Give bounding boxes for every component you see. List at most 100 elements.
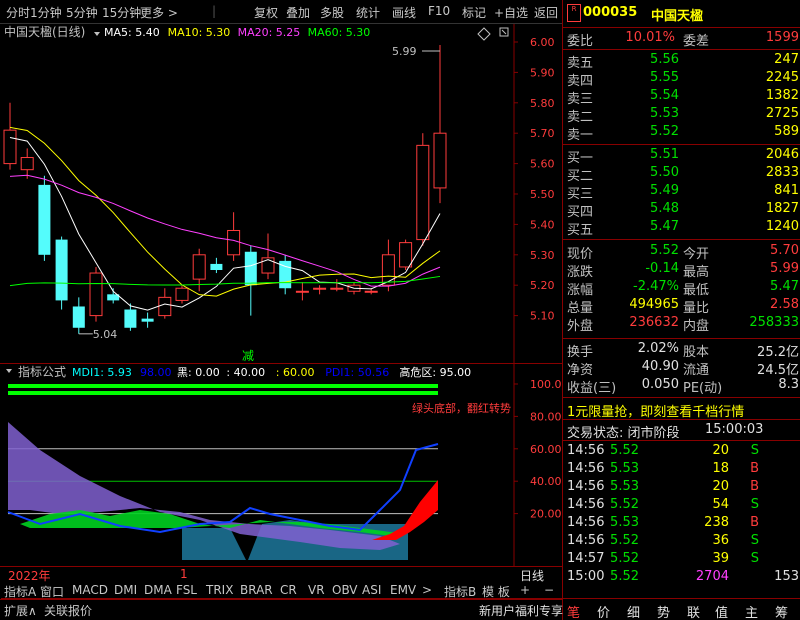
toolbar-item-5[interactable]: 复权 [254,4,278,21]
ask-price: 5.52 [650,124,679,139]
divider [563,338,800,339]
y-tick-label: 5.70 [530,127,555,140]
trade-time: 15:00 [567,569,605,584]
detail-tab-0[interactable]: 笔 [567,602,580,620]
stock-name: 中国天楹 [651,9,704,24]
trade-row: 14:56 5.52 54 S [567,497,800,515]
toolbar-item-3[interactable]: 15分钟 [102,4,141,21]
stat-label: 最低 [683,283,710,298]
divider [563,440,800,441]
trade-time: 14:56 [567,479,605,494]
ask-row: 卖二 5.53 2725 [567,106,800,125]
indicator-tab-5[interactable]: FSL [176,583,197,597]
indicator-y-tick: 80.00 [530,410,562,423]
trade-price: 5.52 [610,533,639,548]
detail-tab-1[interactable]: 价 [597,602,610,620]
bid-row: 买二 5.50 2833 [567,165,800,184]
indicator-y-tick: 40.00 [530,475,562,488]
detail-tab-4[interactable]: 联 [687,602,700,620]
toolbar-item-6[interactable]: 叠加 [286,4,310,21]
bid-row: 买四 5.48 1827 [567,201,800,220]
indicator-tab-7[interactable]: BRAR [240,583,273,597]
indicator-tab-3[interactable]: DMI [114,583,137,597]
indicator-chart[interactable]: 指标公式 MDI1: 5.93 98.00 黑: 0.00: 40.00: 60.00… [0,364,562,566]
indicator-tab-10[interactable]: OBV [332,583,358,597]
y-tick-label: 5.60 [530,158,555,171]
new-user-promo[interactable]: 新用户福利专享 [479,602,563,619]
indicator-tab-6[interactable]: TRIX [206,583,233,597]
toolbar-item-9[interactable]: 画线 [392,4,416,21]
trade-price: 5.52 [610,497,639,512]
detail-tab-5[interactable]: 值 [715,602,728,620]
stat-label: 涨幅 [567,283,594,298]
indicator-right-tab-3[interactable]: − [544,583,554,597]
ma-label: MA60: 5.30 [308,26,371,39]
stat-label: 涨跌 [567,265,594,280]
toolbar-item-10[interactable]: F10 [428,4,450,18]
y-tick-label: 5.40 [530,218,555,231]
ma5-line [9,136,441,311]
trade-price: 5.53 [610,461,639,476]
ask-label: 卖四 [567,74,594,89]
toolbar-item-7[interactable]: 多股 [320,4,344,21]
indicator-tab-4[interactable]: DMA [144,583,172,597]
bid-volume: 841 [774,183,799,198]
toolbar-item-11[interactable]: 标记 [462,4,486,21]
divider [563,419,800,420]
candlestick-chart[interactable]: 6.00 5.90 5.80 5.70 5.60 5.50 5.40 5.30 5.20 5.10… [0,24,562,364]
indicator-label: : 40.00 [226,366,265,379]
bid-volume: 1240 [765,219,799,234]
indicator-right-tab-2[interactable]: + [520,583,530,597]
dropdown-icon[interactable] [94,32,100,36]
trade-volume: 20 [712,443,729,458]
indicator-tab-8[interactable]: CR [280,583,297,597]
expand-icon[interactable] [499,27,509,37]
toolbar-item-8[interactable]: 统计 [356,4,380,21]
indicator-dropdown-icon[interactable] [6,369,12,373]
stat-value: 494965 [629,297,679,312]
candle [295,282,309,301]
signal-text: 绿头底部，翻红转势 [412,401,511,415]
fin-value: 0.050 [641,377,679,392]
detail-tab-7[interactable]: 筹 [775,602,788,620]
toolbar-item-2[interactable]: 5分钟 [66,4,98,21]
trade-volume: 39 [712,551,729,566]
trade-side: B [750,461,759,476]
candle [141,312,154,328]
toolbar-item-13[interactable]: 返回 [534,4,558,21]
extend-button[interactable]: 扩展∧ [4,602,37,619]
trade-row: 14:57 5.52 39 S [567,551,800,569]
reduce-marker: 减 [242,349,254,363]
indicator-tab-2[interactable]: MACD [72,583,108,597]
weicha-value: 1599 [765,30,799,45]
candle [55,236,68,310]
detail-tab-3[interactable]: 势 [657,602,670,620]
detail-tab-6[interactable]: 主 [745,602,758,620]
promo-link[interactable]: 1元限量抢，即刻查看千档行情 [567,401,744,420]
toolbar-item-0[interactable]: 分时 [6,4,30,21]
fin-label: 换手 [567,345,594,360]
ask-label: 卖五 [567,56,594,71]
trade-time: 14:56 [567,497,605,512]
toolbar-item-1[interactable]: 1分钟 [30,4,62,21]
toolbar-item-4[interactable]: 更多 > [140,4,178,21]
y-tick-label: 5.80 [530,97,555,110]
fin-label: 净资 [567,363,594,378]
ask-price: 5.53 [650,106,679,121]
related-quote-button[interactable]: 关联报价 [44,602,92,619]
indicator-tab-12[interactable]: EMV [390,583,416,597]
divider [563,239,800,240]
bid-row: 买一 5.51 2046 [567,147,800,166]
ask-volume: 2725 [765,106,799,121]
indicator-tab-9[interactable]: VR [308,583,325,597]
toolbar-item-12[interactable]: +自选 [494,4,528,21]
stat-value: -0.14 [645,261,679,276]
candle [313,285,327,295]
stat-row: 涨幅 -2.47% 最低 5.47 [567,279,800,298]
detail-tab-2[interactable]: 细 [627,602,640,620]
indicator-tab-13[interactable]: > [422,583,432,597]
y-tick-label: 5.30 [530,249,555,262]
indicator-tab-11[interactable]: ASI [362,583,381,597]
chart-toolbar: 分时 1分钟 5分钟 15分钟 更多 > 复权 叠加 多股 统计 画线 F10 标记 +自选 返回 | [0,0,562,24]
diamond-icon[interactable] [477,27,491,41]
